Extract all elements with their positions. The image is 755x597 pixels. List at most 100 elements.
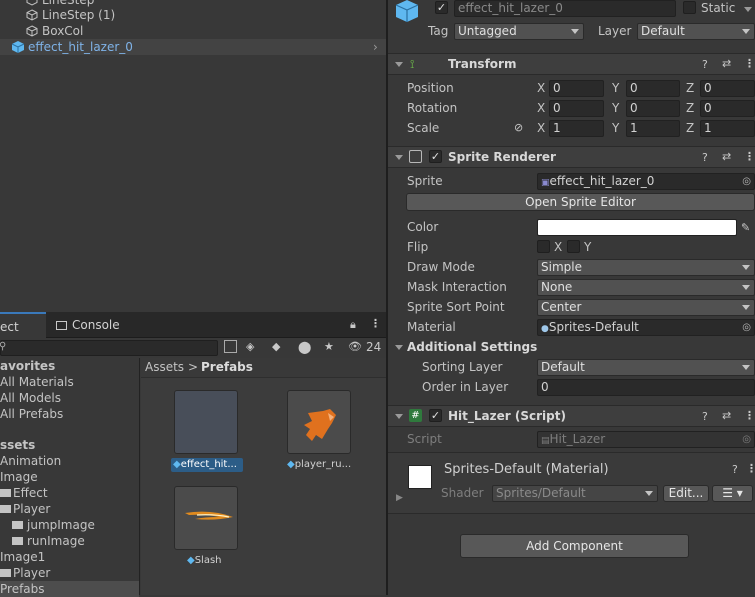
rotation-y-field[interactable]: 0 bbox=[626, 100, 680, 117]
tree-all-materials[interactable]: All Materials bbox=[0, 374, 74, 390]
breadcrumb-prefabs[interactable]: Prefabs bbox=[201, 360, 253, 374]
asset-thumbnail-slash[interactable] bbox=[174, 486, 238, 550]
axis-y-label[interactable]: Y bbox=[612, 121, 619, 135]
preset-icon[interactable]: ⇄ bbox=[722, 409, 731, 422]
constrain-proportions-icon[interactable]: ⊘ bbox=[514, 121, 523, 134]
scene-filter-icon[interactable] bbox=[224, 340, 237, 353]
tab-project[interactable]: ect bbox=[0, 312, 46, 338]
help-icon[interactable]: ? bbox=[702, 58, 708, 71]
tree-all-models[interactable]: All Models bbox=[0, 390, 61, 406]
tab-console[interactable]: Console bbox=[56, 312, 146, 338]
asset-thumbnail-effect-hit[interactable] bbox=[174, 390, 238, 454]
position-x-field[interactable]: 0 bbox=[549, 80, 604, 97]
favorite-star-icon[interactable]: ★ bbox=[324, 340, 334, 353]
chevron-right-icon[interactable]: › bbox=[373, 39, 378, 55]
breadcrumb-assets[interactable]: Assets bbox=[145, 360, 184, 374]
tree-player[interactable]: Player bbox=[0, 501, 50, 517]
tree-favorites[interactable]: avorites bbox=[0, 358, 55, 374]
asset-label-slash[interactable]: ◆Slash bbox=[187, 554, 247, 568]
tree-image1[interactable]: Image1 bbox=[0, 549, 45, 565]
axis-y-label[interactable]: Y bbox=[612, 81, 619, 95]
rotation-z-field[interactable]: 0 bbox=[700, 100, 755, 117]
asset-thumbnail-player-run[interactable] bbox=[287, 390, 351, 454]
color-swatch[interactable] bbox=[537, 219, 737, 236]
position-z-field[interactable]: 0 bbox=[700, 80, 755, 97]
order-in-layer-field[interactable]: 0 bbox=[537, 379, 755, 396]
prefab-icon: ◆ bbox=[173, 459, 181, 470]
tree-player-2[interactable]: Player bbox=[0, 565, 50, 581]
draw-mode-dropdown[interactable]: Simple bbox=[537, 259, 755, 276]
hierarchy-item-linestep-1[interactable]: LineStep (1) bbox=[0, 7, 386, 23]
object-name-field[interactable]: effect_hit_lazer_0 bbox=[454, 0, 676, 17]
foldout-arrow-icon[interactable]: ▶ bbox=[396, 493, 403, 503]
axis-z-label[interactable]: Z bbox=[686, 101, 694, 115]
foldout-arrow-icon[interactable] bbox=[395, 345, 403, 350]
scale-x-field[interactable]: 1 bbox=[549, 120, 604, 137]
tag-dropdown[interactable]: Untagged bbox=[454, 23, 584, 40]
flip-y-checkbox[interactable] bbox=[567, 240, 580, 253]
static-dropdown-icon[interactable] bbox=[744, 7, 752, 12]
warning-icon[interactable]: ⬤ bbox=[298, 340, 311, 354]
object-picker-icon[interactable]: ◎ bbox=[742, 174, 751, 189]
tree-effect[interactable]: Effect bbox=[0, 485, 48, 501]
asset-label-effect-hit[interactable]: ◆effect_hit... bbox=[171, 458, 243, 472]
sprite-sort-point-dropdown[interactable]: Center bbox=[537, 299, 755, 316]
help-icon[interactable]: ? bbox=[732, 463, 738, 476]
preset-icon[interactable]: ⇄ bbox=[722, 150, 731, 163]
scale-y-field[interactable]: 1 bbox=[626, 120, 680, 137]
position-y-field[interactable]: 0 bbox=[626, 80, 680, 97]
transform-header[interactable]: ⟟ Transform ? ⇄ ⋮ bbox=[388, 53, 755, 75]
sprite-field[interactable]: ▣effect_hit_lazer_0 ◎ bbox=[537, 173, 755, 190]
additional-settings-foldout[interactable]: Additional Settings bbox=[407, 340, 537, 354]
mask-interaction-dropdown[interactable]: None bbox=[537, 279, 755, 296]
help-icon[interactable]: ? bbox=[702, 151, 708, 164]
tree-assets[interactable]: ssets bbox=[0, 437, 35, 453]
object-picker-icon[interactable]: ◎ bbox=[742, 320, 751, 335]
tree-animation[interactable]: Animation bbox=[0, 453, 61, 469]
static-checkbox[interactable] bbox=[683, 1, 696, 14]
more-options-icon[interactable]: ⋮ bbox=[744, 57, 755, 70]
label-filter-icon[interactable]: ◆ bbox=[272, 340, 280, 353]
sprite-renderer-enabled-checkbox[interactable]: ✓ bbox=[429, 150, 442, 163]
shader-menu-button[interactable]: ☰ ▾ bbox=[712, 485, 753, 502]
tree-all-prefabs[interactable]: All Prefabs bbox=[0, 406, 63, 422]
hierarchy-item-effect-hit-lazer[interactable]: effect_hit_lazer_0 › bbox=[0, 39, 386, 55]
axis-z-label[interactable]: Z bbox=[686, 81, 694, 95]
eye-icon[interactable]: 👁︎ bbox=[348, 340, 362, 353]
axis-x-label[interactable]: X bbox=[537, 81, 545, 95]
more-options-icon[interactable]: ⋮ bbox=[746, 462, 755, 475]
more-options-icon[interactable]: ⋮ bbox=[370, 317, 381, 330]
axis-x-label[interactable]: X bbox=[537, 121, 545, 135]
scale-z-field[interactable]: 1 bbox=[700, 120, 755, 137]
active-checkbox[interactable]: ✓ bbox=[435, 1, 448, 14]
flip-x-checkbox[interactable] bbox=[537, 240, 550, 253]
shader-dropdown[interactable]: Sprites/Default bbox=[492, 485, 658, 502]
tree-image[interactable]: Image bbox=[0, 469, 38, 485]
edit-shader-button[interactable]: Edit... bbox=[663, 485, 709, 502]
tree-jumpimage[interactable]: jumpImage bbox=[12, 517, 95, 533]
open-sprite-editor-button[interactable]: Open Sprite Editor bbox=[406, 193, 755, 211]
list-icon: ☰ ▾ bbox=[722, 486, 743, 500]
layer-dropdown[interactable]: Default bbox=[637, 23, 755, 40]
lock-icon[interactable]: 🔒︎ bbox=[350, 318, 356, 332]
more-options-icon[interactable]: ⋮ bbox=[744, 150, 755, 163]
axis-z-label[interactable]: Z bbox=[686, 121, 694, 135]
sorting-layer-dropdown[interactable]: Default bbox=[537, 359, 755, 376]
script-component-header[interactable]: # ✓ Hit_Lazer (Script) ? ⇄ ⋮ bbox=[388, 405, 755, 427]
material-field[interactable]: ●Sprites-Default ◎ bbox=[537, 319, 755, 336]
preset-icon[interactable]: ⇄ bbox=[722, 57, 731, 70]
hierarchy-item-boxcol[interactable]: BoxCol bbox=[0, 23, 386, 39]
search-input[interactable]: ⚲ bbox=[0, 340, 218, 356]
eyedropper-icon[interactable]: ✎ bbox=[741, 221, 750, 234]
tree-runimage[interactable]: runImage bbox=[12, 533, 85, 549]
script-enabled-checkbox[interactable]: ✓ bbox=[429, 409, 442, 422]
asset-label-player-run[interactable]: ◆player_ru... bbox=[287, 458, 359, 472]
add-component-button[interactable]: Add Component bbox=[460, 534, 689, 558]
axis-x-label[interactable]: X bbox=[537, 101, 545, 115]
help-icon[interactable]: ? bbox=[702, 410, 708, 423]
type-filter-icon[interactable]: ◈ bbox=[246, 340, 254, 353]
sprite-renderer-header[interactable]: ✓ Sprite Renderer ? ⇄ ⋮ bbox=[388, 146, 755, 168]
rotation-x-field[interactable]: 0 bbox=[549, 100, 604, 117]
axis-y-label[interactable]: Y bbox=[612, 101, 619, 115]
more-options-icon[interactable]: ⋮ bbox=[744, 409, 755, 422]
